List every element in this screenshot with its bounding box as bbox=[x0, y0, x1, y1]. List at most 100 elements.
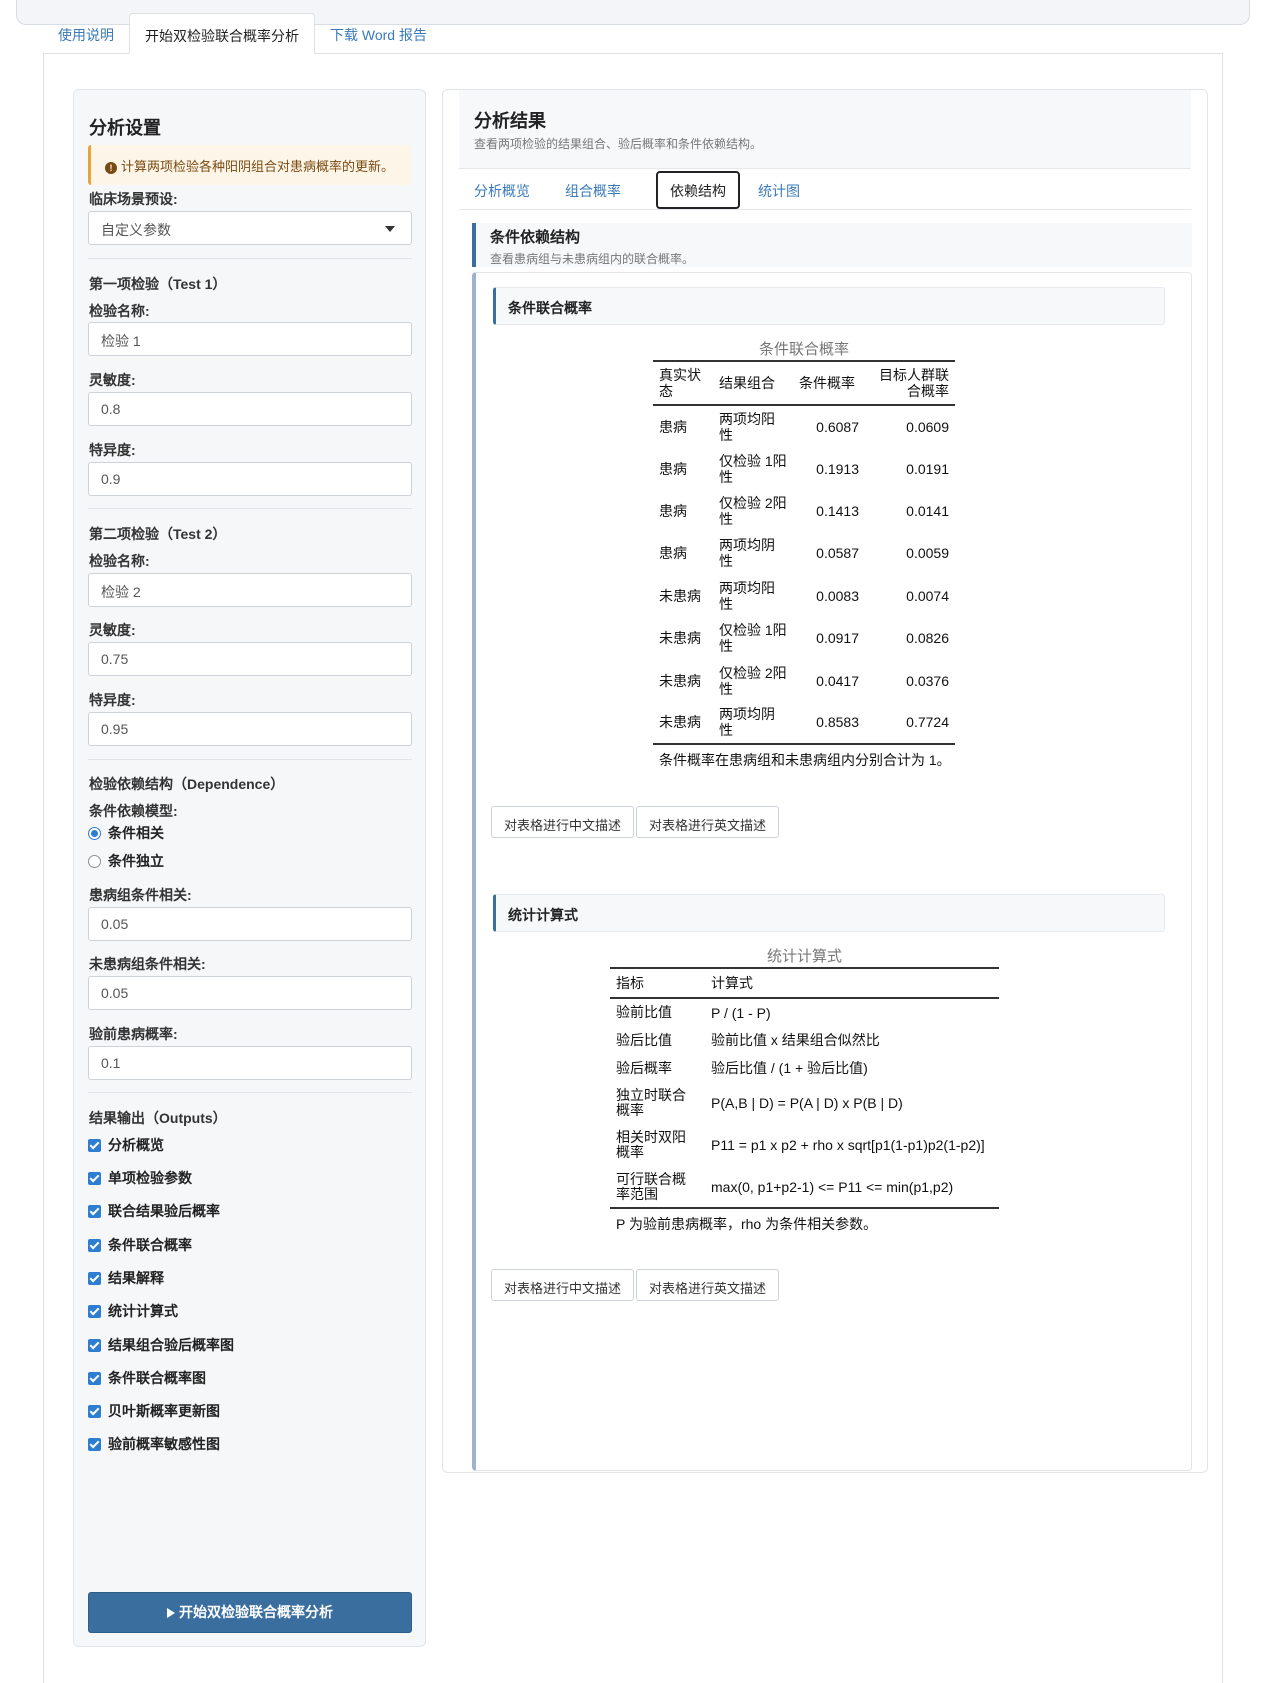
radio-button-checked[interactable] bbox=[88, 826, 101, 840]
radio-button[interactable] bbox=[88, 854, 101, 868]
joint-probability-table: 真实状态 结果组合 条件概率 目标人群联合概率 患病 两项均阳性 0.6087 0.0… bbox=[653, 360, 955, 745]
checkbox-checked-icon[interactable] bbox=[88, 1371, 101, 1385]
checkbox-checked-icon[interactable] bbox=[88, 1204, 101, 1218]
output-checkbox[interactable]: 条件联合概率图 bbox=[88, 1368, 206, 1388]
test1-spec-input[interactable]: 0.9 bbox=[88, 462, 412, 496]
checkbox-label: 分析概览 bbox=[108, 1137, 164, 1153]
output-checkbox[interactable]: 联合结果验后概率 bbox=[88, 1201, 220, 1221]
table-caption: 统计计算式 bbox=[766, 948, 842, 965]
table-cell: 未患病 bbox=[659, 714, 701, 731]
checkbox-label: 统计计算式 bbox=[108, 1303, 178, 1319]
output-checkbox[interactable]: 单项检验参数 bbox=[88, 1168, 192, 1188]
output-checkbox[interactable]: 条件联合概率 bbox=[88, 1235, 192, 1255]
tab-dependence-structure[interactable]: 依赖结构 bbox=[656, 171, 740, 209]
diseased-rho-label: 患病组条件相关: bbox=[89, 887, 192, 903]
test1-spec-label: 特异度: bbox=[89, 442, 136, 458]
output-checkbox[interactable]: 贝叶斯概率更新图 bbox=[88, 1401, 220, 1421]
table-row: 未患病 仅检验 2阳性 0.0417 0.0376 bbox=[653, 659, 955, 701]
checkbox-label: 结果组合验后概率图 bbox=[108, 1337, 234, 1353]
table-row: 未患病 两项均阴性 0.8583 0.7724 bbox=[653, 702, 955, 745]
describe-english-button[interactable]: 对表格进行英文描述 bbox=[636, 1269, 780, 1301]
table-note: 条件概率在患病组和未患病组内分别合计为 1。 bbox=[659, 752, 951, 768]
describe-chinese-button[interactable]: 对表格进行中文描述 bbox=[491, 1269, 635, 1301]
table-cell: 两项均阳性 bbox=[719, 579, 775, 612]
test2-sens-input[interactable]: 0.75 bbox=[88, 642, 412, 676]
test1-sens-input[interactable]: 0.8 bbox=[88, 392, 412, 426]
divider bbox=[88, 508, 412, 509]
table-cell: 相关时双阳概率 bbox=[616, 1129, 686, 1160]
section-subtitle: 查看患病组与未患病组内的联合概率。 bbox=[490, 252, 695, 266]
test1-section-title: 第一项检验（Test 1） bbox=[89, 276, 227, 292]
tab-overview[interactable]: 分析概览 bbox=[474, 169, 547, 209]
table-header: 指标 bbox=[616, 975, 644, 991]
checkbox-checked-icon[interactable] bbox=[88, 1171, 101, 1185]
table-cell: 仅检验 2阳性 bbox=[719, 664, 787, 697]
radio-conditional-dependent[interactable]: 条件相关 bbox=[88, 823, 164, 843]
table-cell: 0.0826 bbox=[906, 630, 949, 647]
table-cell: P / (1 - P) bbox=[711, 1004, 771, 1021]
table-row: 可行联合概率范围 max(0, p1+p2-1) <= P11 <= min(p1… bbox=[610, 1166, 999, 1208]
results-tabs: 分析概览 组合概率 依赖结构 统计图 bbox=[459, 169, 1191, 210]
divider bbox=[88, 759, 412, 760]
output-checkbox[interactable]: 分析概览 bbox=[88, 1135, 164, 1155]
table-cell: 仅检验 1阳性 bbox=[719, 622, 787, 655]
test2-name-label: 检验名称: bbox=[89, 553, 150, 569]
table-row: 患病 两项均阴性 0.0587 0.0059 bbox=[653, 532, 955, 574]
prior-input[interactable]: 0.1 bbox=[88, 1046, 412, 1080]
table-cell: 两项均阴性 bbox=[719, 537, 775, 570]
tab-charts[interactable]: 统计图 bbox=[758, 169, 817, 209]
table-cell: 0.0059 bbox=[906, 545, 949, 562]
info-alert: ! 计算两项检验各种阳阴组合对患病概率的更新。 bbox=[88, 145, 411, 185]
tab-combination-probability[interactable]: 组合概率 bbox=[565, 169, 638, 209]
checkbox-checked-icon[interactable] bbox=[88, 1271, 101, 1285]
table-cell: 仅检验 1阳性 bbox=[719, 452, 787, 485]
output-checkbox[interactable]: 验前概率敏感性图 bbox=[88, 1434, 220, 1454]
table-cell: 验前比值 x 结果组合似然比 bbox=[711, 1032, 880, 1048]
chevron-down-icon bbox=[385, 226, 395, 232]
checkbox-checked-icon[interactable] bbox=[88, 1437, 101, 1451]
results-panel: 分析结果 查看两项检验的结果组合、验后概率和条件依赖结构。 分析概览 组合概率 … bbox=[442, 89, 1208, 1473]
checkbox-label: 贝叶斯概率更新图 bbox=[108, 1403, 220, 1419]
table-cell: 两项均阳性 bbox=[719, 410, 775, 443]
run-analysis-button[interactable]: 开始双检验联合概率分析 bbox=[88, 1592, 412, 1633]
results-header bbox=[459, 90, 1191, 169]
results-subtitle: 查看两项检验的结果组合、验后概率和条件依赖结构。 bbox=[474, 137, 763, 151]
info-icon: ! bbox=[105, 162, 117, 174]
checkbox-label: 验前概率敏感性图 bbox=[108, 1436, 220, 1452]
nondiseased-rho-input[interactable]: 0.05 bbox=[88, 976, 412, 1010]
sidebar-title: 分析设置 bbox=[89, 118, 161, 138]
table-cell: 未患病 bbox=[659, 630, 701, 647]
output-checkbox[interactable]: 结果组合验后概率图 bbox=[88, 1335, 234, 1355]
checkbox-checked-icon[interactable] bbox=[88, 1404, 101, 1418]
checkbox-checked-icon[interactable] bbox=[88, 1138, 101, 1152]
test2-name-input[interactable]: 检验 2 bbox=[88, 573, 412, 607]
checkbox-checked-icon[interactable] bbox=[88, 1338, 101, 1352]
diseased-rho-input[interactable]: 0.05 bbox=[88, 907, 412, 941]
tab-analysis[interactable]: 开始双检验联合概率分析 bbox=[129, 13, 315, 54]
table-header: 条件概率 bbox=[799, 375, 855, 391]
tab-instructions[interactable]: 使用说明 bbox=[43, 13, 129, 54]
checkbox-checked-icon[interactable] bbox=[88, 1304, 101, 1318]
table-caption: 条件联合概率 bbox=[758, 341, 849, 358]
output-checkbox[interactable]: 统计计算式 bbox=[88, 1301, 178, 1321]
prior-label: 验前患病概率: bbox=[89, 1026, 178, 1042]
output-checkbox[interactable]: 结果解释 bbox=[88, 1268, 164, 1288]
radio-conditional-independent[interactable]: 条件独立 bbox=[88, 851, 164, 871]
table-cell: 仅检验 2阳性 bbox=[719, 494, 787, 527]
preset-select[interactable]: 自定义参数 bbox=[88, 211, 412, 245]
table-cell: 验前比值 bbox=[616, 1004, 672, 1020]
run-button-label: 开始双检验联合概率分析 bbox=[179, 1604, 333, 1620]
table-cell: 0.8583 bbox=[816, 714, 859, 731]
tab-download-report[interactable]: 下载 Word 报告 bbox=[315, 13, 442, 54]
describe-english-button[interactable]: 对表格进行英文描述 bbox=[636, 806, 780, 838]
checkbox-checked-icon[interactable] bbox=[88, 1238, 101, 1252]
test1-sens-label: 灵敏度: bbox=[89, 372, 136, 388]
checkbox-label: 单项检验参数 bbox=[108, 1170, 192, 1186]
describe-chinese-button[interactable]: 对表格进行中文描述 bbox=[491, 806, 635, 838]
table-cell: 0.0376 bbox=[906, 672, 949, 689]
table-row: 验后概率 验后比值 / (1 + 验后比值) bbox=[610, 1054, 999, 1082]
test1-name-input[interactable]: 检验 1 bbox=[88, 322, 412, 356]
divider bbox=[88, 258, 412, 259]
formula-table: 指标 计算式 验前比值 P / (1 - P) 验后比值 验前比值 x 结果组合似然比… bbox=[610, 967, 999, 1209]
test2-spec-input[interactable]: 0.95 bbox=[88, 712, 412, 746]
